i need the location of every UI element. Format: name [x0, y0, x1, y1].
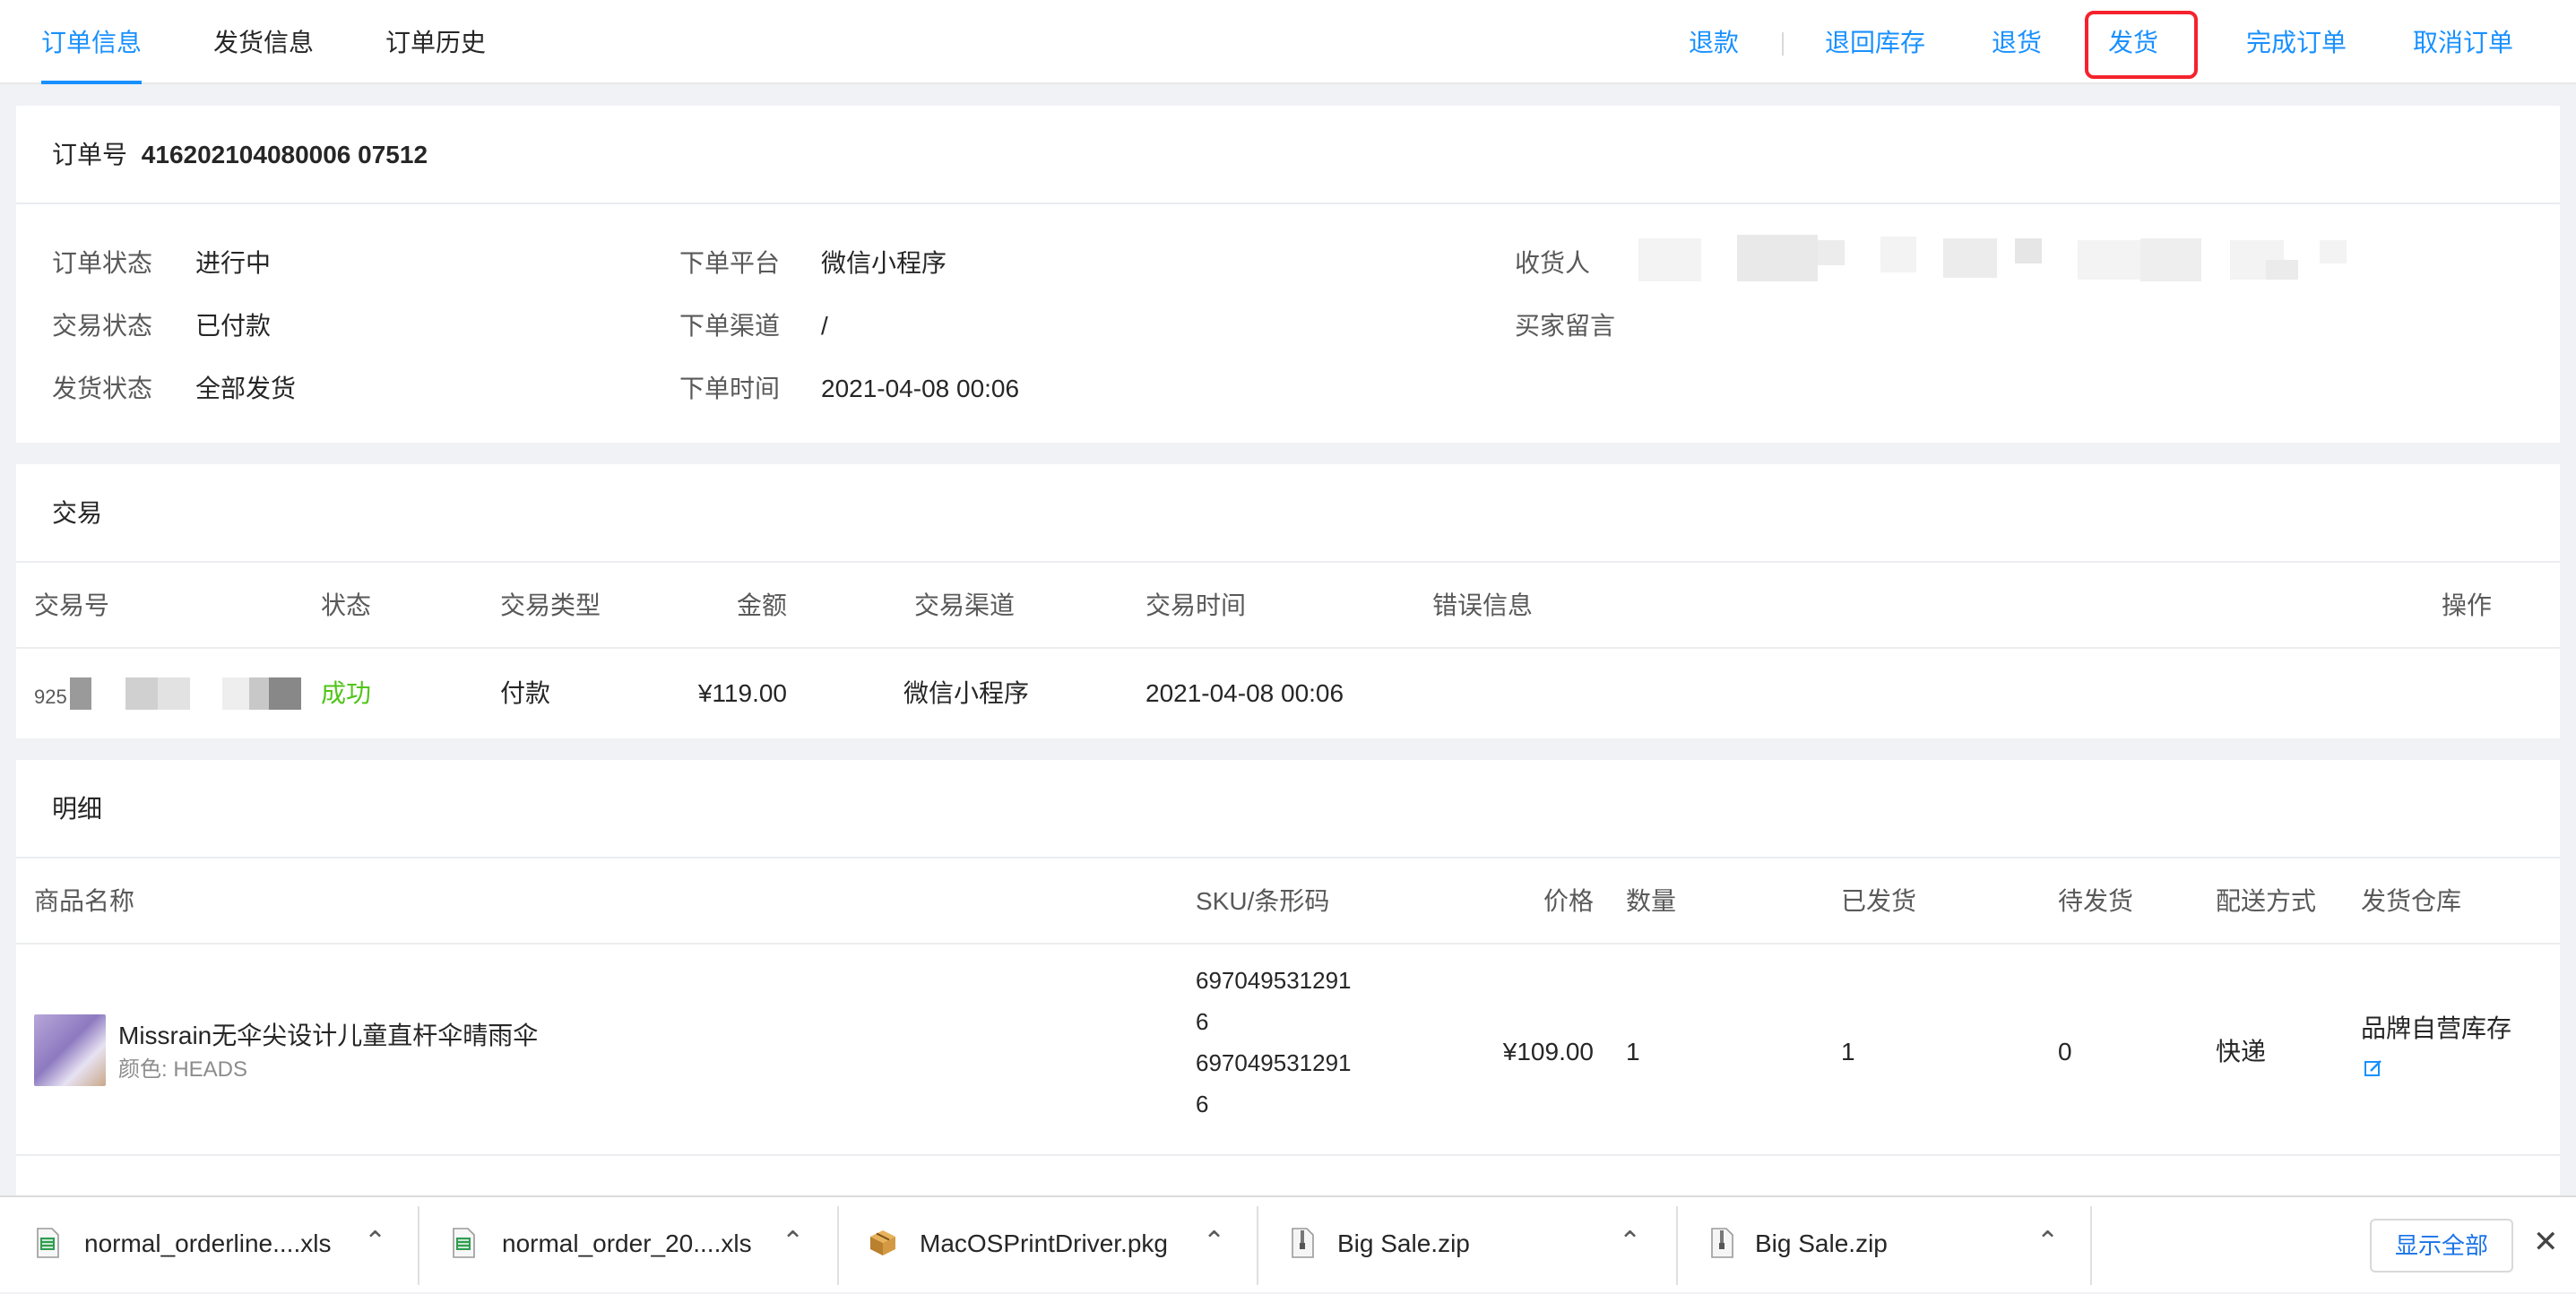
close-icon[interactable]: ✕: [2533, 1224, 2559, 1260]
product-thumbnail: [34, 1014, 106, 1086]
detail-table-header: 商品名称 SKU/条形码 价格 数量 已发货 待发货 配送方式 发货仓库: [16, 858, 2560, 945]
buyer-note-label: 买家留言: [1515, 312, 1616, 340]
show-all-downloads-button[interactable]: 显示全部: [2370, 1219, 2513, 1272]
channel-value: /: [821, 312, 828, 340]
download-filename: Big Sale.zip: [1337, 1229, 1470, 1257]
trade-col-id: 交易号: [34, 591, 110, 619]
barcode-line-2: 6: [1196, 1091, 1209, 1117]
order-time-value: 2021-04-08 00:06: [821, 375, 1020, 402]
order-time-label: 下单时间: [679, 375, 781, 402]
zip-file-icon: [1291, 1228, 1314, 1263]
detail-card-title: 明细: [16, 760, 2560, 858]
order-number-header: 订单号 416202104080006 07512: [16, 106, 2560, 204]
ship-status-value: 全部发货: [195, 375, 297, 402]
order-info-card: 订单号 416202104080006 07512 订单状态 进行中 交易状态 …: [16, 106, 2560, 443]
edit-icon[interactable]: [2363, 1057, 2384, 1083]
trade-time-value: 2021-04-08 00:06: [1145, 679, 1344, 707]
product-qty: 1: [1626, 1038, 1640, 1065]
sku-line-1: 697049531291: [1196, 967, 1352, 994]
spreadsheet-file-icon: [36, 1228, 59, 1263]
download-item[interactable]: MacOSPrintDriver.pkg ⌃: [839, 1197, 1257, 1294]
order-number-label: 订单号: [52, 141, 128, 168]
refund-button[interactable]: 退款: [1689, 25, 1739, 61]
chevron-up-icon[interactable]: ⌃: [1619, 1224, 1641, 1260]
product-pending: 0: [2058, 1038, 2072, 1065]
spreadsheet-file-icon: [452, 1228, 475, 1263]
trade-status-success: 成功: [321, 679, 372, 707]
detail-col-qty: 数量: [1626, 887, 1677, 915]
trade-col-amount: 金额: [736, 591, 787, 619]
detail-card: 明细 商品名称 SKU/条形码 价格 数量 已发货 待发货 配送方式 发货仓库 …: [16, 760, 2560, 1195]
detail-col-price: 价格: [1543, 887, 1594, 915]
package-file-icon: [868, 1228, 898, 1263]
chevron-up-icon[interactable]: ⌃: [364, 1224, 386, 1260]
detail-col-shipped: 已发货: [1841, 887, 1917, 915]
product-delivery: 快递: [2216, 1038, 2267, 1065]
trade-card: 交易 交易号 状态 交易类型 金额 交易渠道 交易时间 错误信息 操作 925 …: [16, 464, 2560, 738]
download-filename: normal_order_20....xls: [502, 1229, 752, 1257]
active-tab-indicator: [41, 81, 142, 84]
tab-order-info[interactable]: 订单信息: [41, 25, 142, 61]
order-status-value: 进行中: [195, 249, 272, 277]
ship-status-label: 发货状态: [52, 375, 153, 402]
trade-type-value: 付款: [500, 679, 551, 707]
trade-channel-value: 微信小程序: [903, 679, 1030, 707]
chevron-up-icon[interactable]: ⌃: [782, 1224, 804, 1260]
trade-table-header: 交易号 状态 交易类型 金额 交易渠道 交易时间 错误信息 操作: [16, 563, 2560, 649]
trade-col-error: 错误信息: [1432, 591, 1534, 619]
cancel-order-button[interactable]: 取消订单: [2413, 25, 2513, 61]
return-stock-button[interactable]: 退回库存: [1825, 25, 1925, 61]
zip-file-icon: [1710, 1228, 1733, 1263]
table-row: Missrain无伞尖设计儿童直杆伞晴雨伞 颜色: HEADS 69704953…: [16, 945, 2560, 1156]
action-divider: [1782, 32, 1784, 56]
trade-amount-value: ¥119.00: [697, 679, 787, 707]
download-filename: Big Sale.zip: [1755, 1229, 1888, 1257]
product-shipped: 1: [1841, 1038, 1855, 1065]
download-item[interactable]: Big Sale.zip ⌃: [1678, 1197, 2096, 1294]
sku-line-2: 6: [1196, 1008, 1209, 1035]
trade-col-actions: 操作: [2442, 591, 2493, 619]
trade-card-title: 交易: [16, 464, 2560, 563]
product-variant: 颜色: HEADS: [118, 1057, 248, 1082]
return-goods-button[interactable]: 退货: [1992, 25, 2042, 61]
trade-status-label: 交易状态: [52, 312, 153, 340]
trade-col-time: 交易时间: [1145, 591, 1247, 619]
chevron-up-icon[interactable]: ⌃: [1203, 1224, 1225, 1260]
tab-shipping-info[interactable]: 发货信息: [213, 25, 314, 61]
platform-value: 微信小程序: [821, 249, 947, 277]
trade-status-value: 已付款: [195, 312, 272, 340]
channel-label: 下单渠道: [679, 312, 781, 340]
barcode-line-1: 697049531291: [1196, 1049, 1352, 1076]
trade-col-status: 状态: [321, 591, 372, 619]
tab-order-history[interactable]: 订单历史: [385, 25, 486, 61]
download-divider: [2090, 1206, 2092, 1285]
order-number-value: 416202104080006 07512: [141, 141, 428, 168]
trade-col-type: 交易类型: [500, 591, 601, 619]
ship-button-highlight: [2085, 11, 2198, 79]
detail-col-name: 商品名称: [34, 887, 135, 915]
product-price: ¥109.00: [1502, 1038, 1594, 1065]
product-warehouse: 品牌自营库存: [2361, 1014, 2512, 1042]
receiver-label: 收货人: [1515, 249, 1591, 277]
download-item[interactable]: Big Sale.zip ⌃: [1258, 1197, 1676, 1294]
detail-col-pending: 待发货: [2058, 887, 2134, 915]
trade-col-channel: 交易渠道: [914, 591, 1016, 619]
trade-id-prefix: 925: [34, 686, 67, 708]
product-name: Missrain无伞尖设计儿童直杆伞晴雨伞: [118, 1022, 539, 1049]
detail-col-warehouse: 发货仓库: [2361, 887, 2462, 915]
download-item[interactable]: normal_orderline....xls ⌃: [0, 1197, 418, 1294]
complete-order-button[interactable]: 完成订单: [2246, 25, 2347, 61]
download-bar: normal_orderline....xls ⌃ normal_order_2…: [0, 1195, 2576, 1292]
detail-col-sku: SKU/条形码: [1196, 887, 1330, 915]
platform-label: 下单平台: [679, 249, 781, 277]
top-bar: 订单信息 发货信息 订单历史 退款 退回库存 退货 发货 完成订单 取消订单: [0, 0, 2576, 84]
download-filename: normal_orderline....xls: [84, 1229, 332, 1257]
download-item[interactable]: normal_order_20....xls ⌃: [419, 1197, 837, 1294]
order-status-label: 订单状态: [52, 249, 153, 277]
chevron-up-icon[interactable]: ⌃: [2036, 1224, 2059, 1260]
detail-col-delivery: 配送方式: [2216, 887, 2317, 915]
download-filename: MacOSPrintDriver.pkg: [920, 1229, 1168, 1257]
